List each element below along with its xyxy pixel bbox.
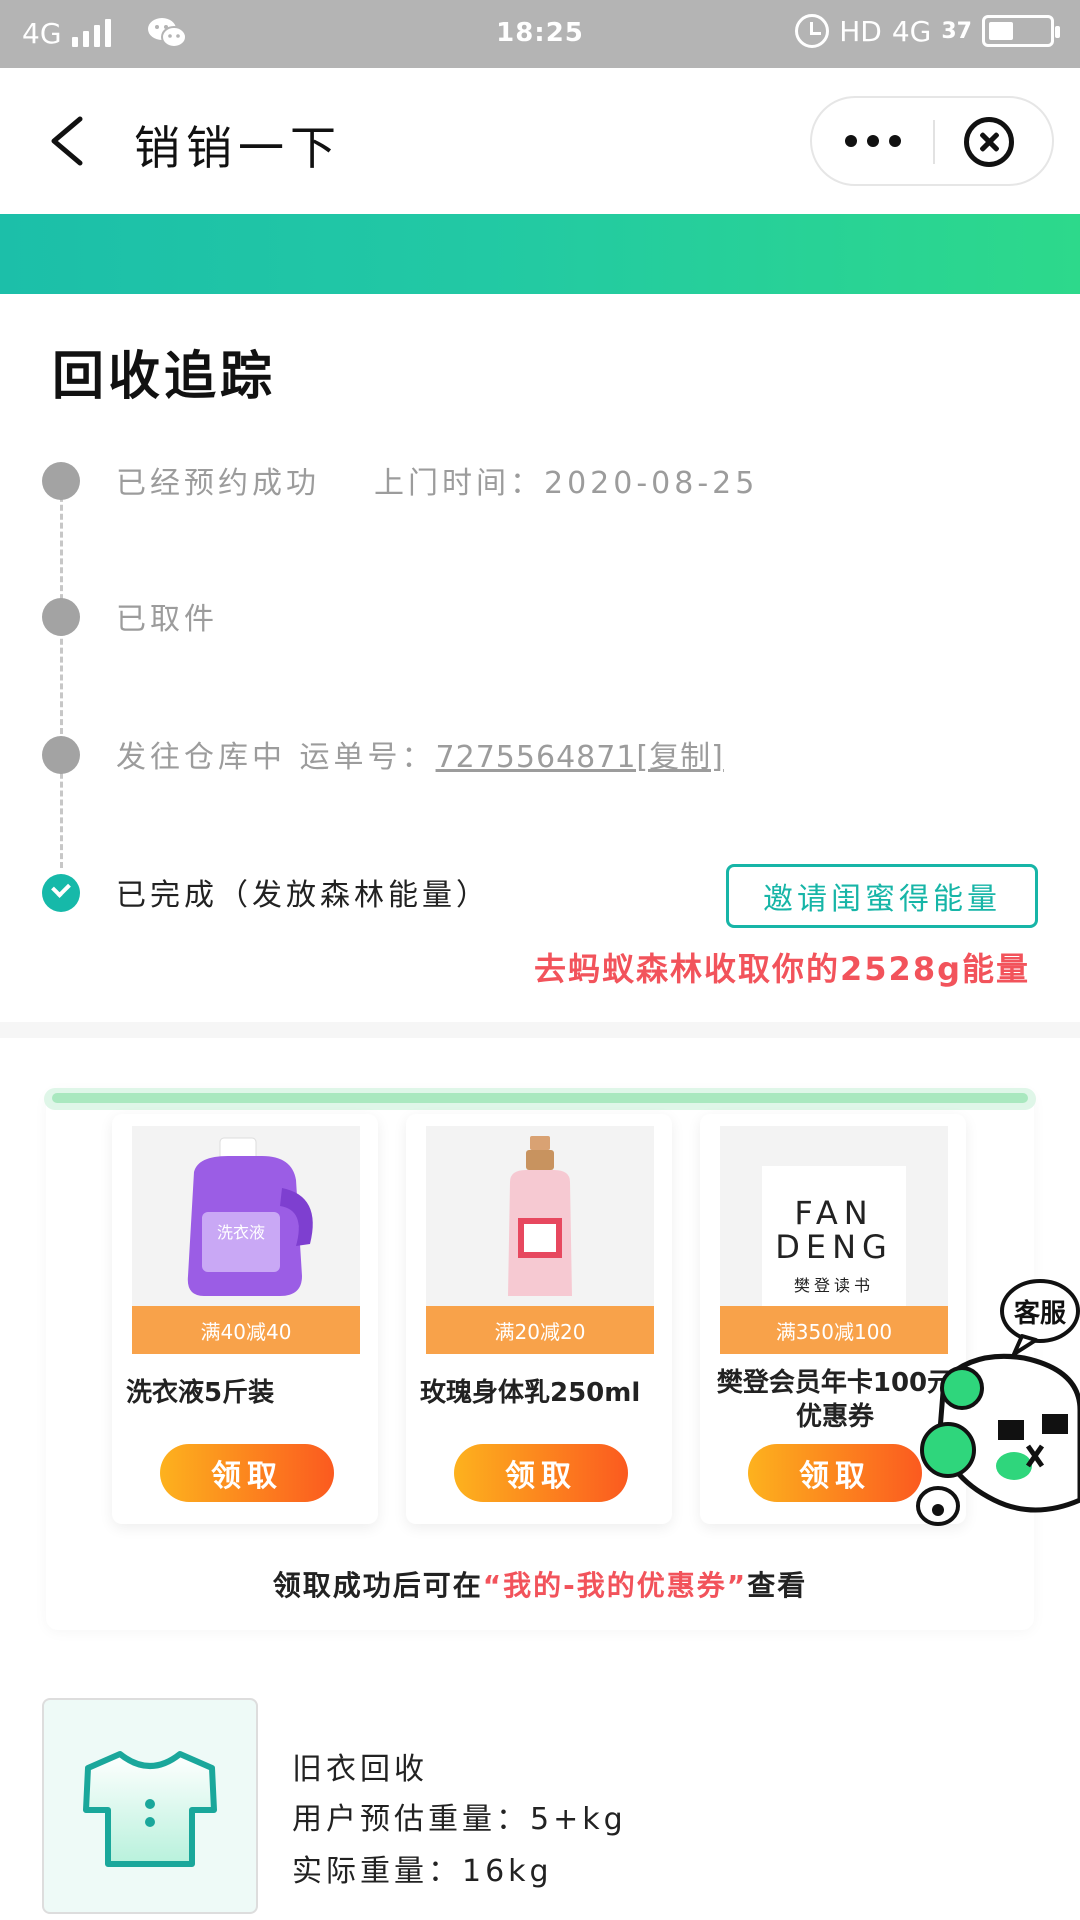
- fandeng-line1: FAN: [794, 1194, 874, 1232]
- status-right: HD 4G 37: [795, 14, 1060, 48]
- step-dot: [42, 736, 80, 774]
- coupon-tag: 满20减20: [426, 1306, 654, 1354]
- waybill-copy-link[interactable]: 7275564871[复制]: [436, 740, 724, 775]
- capsule-divider: [933, 120, 935, 164]
- coupon-note-suffix: 查看: [747, 1569, 808, 1602]
- coupon-tag: 满40减40: [132, 1306, 360, 1354]
- section-divider: [0, 1022, 1080, 1038]
- step-dot: [42, 598, 80, 636]
- step-dot: [42, 462, 80, 500]
- mini-program-capsule: [810, 96, 1054, 186]
- item-name: 旧衣回收: [292, 1752, 428, 1787]
- fandeng-line3: 樊登读书: [793, 1276, 874, 1295]
- step-booked-label: 已经预约成功: [116, 466, 320, 501]
- alarm-icon: [795, 14, 830, 48]
- status-bar: 4G 18:25 HD 4G 37: [0, 0, 1080, 68]
- detergent-label: 洗衣液: [217, 1223, 265, 1242]
- item-estimate: 用户预估重量：5+kg: [292, 1802, 627, 1837]
- coupon-name: 玫瑰身体乳250ml: [420, 1378, 641, 1408]
- banner-strip: [0, 214, 1080, 294]
- close-icon[interactable]: [964, 117, 1014, 167]
- check-icon: [42, 874, 80, 912]
- step-picked-up: 已取件: [116, 602, 218, 637]
- coupon-note-prefix: 领取成功后可在: [272, 1569, 483, 1602]
- coupon-note: 领取成功后可在“我的-我的优惠券”查看: [0, 1564, 1080, 1604]
- panel-top-bar: [44, 1088, 1036, 1110]
- step-shipping: 发往仓库中 运单号：7275564871[复制]: [116, 732, 724, 776]
- battery-icon: [982, 15, 1060, 47]
- page-title: 销销一下: [134, 121, 342, 175]
- fandeng-line2: DENG: [775, 1228, 893, 1266]
- item-thumbnail: [42, 1698, 258, 1914]
- nav-bar: 销销一下: [0, 68, 1080, 214]
- item-actual-weight: 实际重量：16kg: [292, 1854, 553, 1889]
- customer-service-button[interactable]: 客服: [904, 1270, 1080, 1550]
- mascot-icon: 客服: [916, 1279, 1080, 1526]
- step-completed: 已完成（发放森林能量）: [116, 878, 490, 913]
- more-icon[interactable]: [812, 98, 934, 184]
- coupon-note-highlight: “我的-我的优惠券”: [482, 1569, 748, 1602]
- battery-percent: 37: [941, 18, 972, 44]
- back-icon[interactable]: [46, 116, 90, 166]
- claim-button[interactable]: 领取: [748, 1444, 922, 1502]
- step-shipping-label: 发往仓库中 运单号：: [116, 740, 436, 775]
- hd-label: HD: [839, 14, 882, 48]
- step-booked: 已经预约成功 上门时间：2020-08-25: [116, 458, 758, 502]
- claim-button[interactable]: 领取: [454, 1444, 628, 1502]
- forest-energy-link[interactable]: 去蚂蚁森林收取你的2528g能量: [534, 944, 1030, 990]
- visit-time: 上门时间：2020-08-25: [374, 466, 759, 501]
- lotion-image: [426, 1126, 654, 1306]
- tshirt-icon: [83, 1751, 217, 1867]
- invite-button[interactable]: 邀请闺蜜得能量: [726, 864, 1038, 928]
- claim-button[interactable]: 领取: [160, 1444, 334, 1502]
- detergent-image: 洗衣液: [132, 1126, 360, 1306]
- network-right-label: 4G: [891, 14, 932, 48]
- tracking-title: 回收追踪: [52, 347, 277, 407]
- service-label: 客服: [1014, 1298, 1067, 1329]
- timeline-line: [60, 478, 63, 868]
- coupon-name: 洗衣液5斤装: [126, 1378, 275, 1408]
- coupon-card: 满20减20 玫瑰身体乳250ml 领取: [406, 1114, 672, 1524]
- coupon-card: 洗衣液 满40减40 洗衣液5斤装 领取: [112, 1114, 378, 1524]
